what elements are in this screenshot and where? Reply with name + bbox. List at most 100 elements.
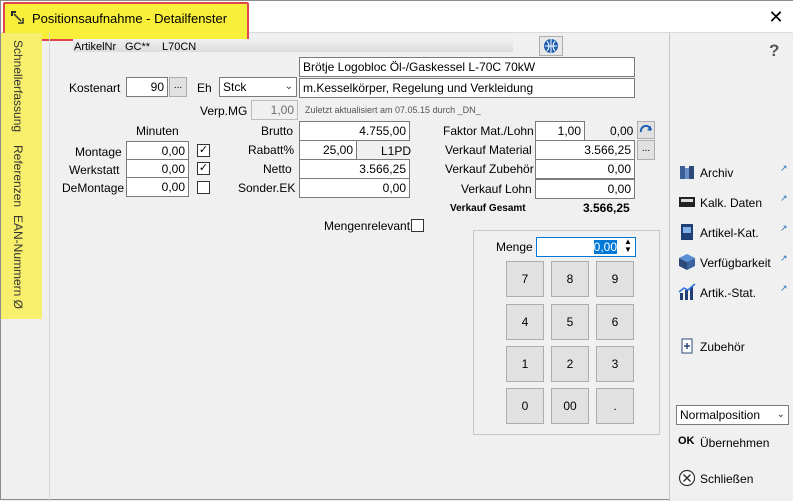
sonder-ek-label: Sonder.EK <box>238 181 296 195</box>
faktor-result: 0,00 <box>610 124 634 138</box>
archiv-button[interactable]: Archiv ↗ <box>678 163 790 185</box>
position-type-select[interactable]: Normalposition ⌄ <box>676 405 789 425</box>
artikelnr-prefix: GC** <box>125 41 151 53</box>
werkstatt-minutes-input[interactable]: 0,00 <box>126 159 189 179</box>
montage-label: Montage <box>75 145 122 159</box>
netto-input[interactable]: 3.566,25 <box>299 159 410 179</box>
verkauf-lohn-input[interactable]: 0,00 <box>535 179 635 199</box>
artikelnr-label: ArtikelNr <box>74 41 117 53</box>
kalk-daten-label: Kalk. Daten <box>700 196 763 210</box>
verkauf-material-label: Verkauf Material <box>445 143 532 157</box>
web-lookup-button[interactable] <box>539 36 563 56</box>
external-arrow-icon: ↗ <box>780 193 788 203</box>
menge-input-value: 0,00 <box>593 240 617 254</box>
rabatt-label: Rabatt% <box>248 143 295 157</box>
verkauf-gesamt-label: Verkauf Gesamt <box>450 203 526 214</box>
archive-icon <box>680 166 694 179</box>
description-line-1[interactable]: Brötje Logobloc Öl-/Gaskessel L-70C 70kW <box>299 57 635 77</box>
verkauf-material-input[interactable]: 3.566,25 <box>535 140 635 160</box>
rabatt-input[interactable]: 25,00 <box>299 140 357 160</box>
external-arrow-icon: ↗ <box>780 163 788 173</box>
schliessen-label: Schließen <box>700 472 754 486</box>
position-type-value: Normalposition <box>680 408 761 422</box>
kostenart-input[interactable]: 90 <box>126 77 168 97</box>
verkauf-zubehoer-input[interactable]: 0,00 <box>535 159 635 179</box>
demontage-label: DeMontage <box>62 181 125 195</box>
numpad-panel: Menge 0,00 ▲ ▼ 7 8 9 4 5 6 1 2 3 0 00 . <box>473 230 660 435</box>
eh-select-value: Stck <box>223 80 247 94</box>
calc-data-icon <box>679 197 695 207</box>
uebernehmen-label: Übernehmen <box>700 436 770 450</box>
numpad-key-3[interactable]: 3 <box>596 346 634 382</box>
ok-icon: OK <box>678 435 695 447</box>
globe-icon <box>544 39 558 53</box>
tab-schnellerfassung[interactable]: Schnellerfassung <box>11 40 25 132</box>
eh-label: Eh <box>197 81 212 95</box>
menge-label: Menge <box>496 240 533 254</box>
app-icon <box>10 10 24 24</box>
sidebar-divider <box>49 33 50 501</box>
mengenrelevant-checkbox[interactable] <box>411 219 424 232</box>
werkstatt-checkbox[interactable]: ✓ <box>197 162 210 175</box>
accessory-icon <box>681 338 693 354</box>
numpad-key-5[interactable]: 5 <box>551 304 589 340</box>
chevron-down-icon: ⌄ <box>776 409 785 420</box>
chevron-down-icon: ⌄ <box>284 81 293 92</box>
artik-stat-button[interactable]: Artik.-Stat. ↗ <box>678 283 790 305</box>
archiv-label: Archiv <box>700 166 734 180</box>
faktor-label: Faktor Mat./Lohn <box>443 124 534 138</box>
numpad-key-7[interactable]: 7 <box>506 261 544 297</box>
tab-referenzen[interactable]: Referenzen <box>11 145 25 207</box>
close-window-button[interactable]: ✕ <box>761 5 791 29</box>
numpad-key-9[interactable]: 9 <box>596 261 634 297</box>
tab-ean-nummern[interactable]: EAN-Nummern Ø <box>11 215 25 309</box>
rabatt-code: L1PD <box>381 144 412 158</box>
numpad-key-00[interactable]: 00 <box>551 388 589 424</box>
stats-chart-icon <box>678 283 696 300</box>
zubehoer-button[interactable]: Zubehör <box>678 337 758 359</box>
faktor-input[interactable]: 1,00 <box>535 121 585 141</box>
external-arrow-icon: ↗ <box>780 223 788 233</box>
numpad-key-2[interactable]: 2 <box>551 346 589 382</box>
netto-label: Netto <box>263 162 292 176</box>
verpmg-input: 1,00 <box>251 100 298 120</box>
numpad-key-0[interactable]: 0 <box>506 388 544 424</box>
artikelnr-value: L70CN <box>162 41 197 53</box>
verkauf-gesamt-value: 3.566,25 <box>583 201 630 215</box>
demontage-checkbox[interactable] <box>197 181 210 194</box>
numpad-key-8[interactable]: 8 <box>551 261 589 297</box>
montage-checkbox[interactable]: ✓ <box>197 144 210 157</box>
availability-icon <box>679 254 695 270</box>
detail-window: Positionsaufnahme - Detailfenster ✕ Schn… <box>0 0 793 501</box>
artikel-kat-label: Artikel-Kat. <box>700 226 759 240</box>
minuten-header: Minuten <box>136 124 179 138</box>
verfuegbarkeit-button[interactable]: Verfügbarkeit ↗ <box>678 253 790 275</box>
brutto-input[interactable]: 4.755,00 <box>299 121 410 141</box>
numpad-key-4[interactable]: 4 <box>506 304 544 340</box>
artikel-kat-button[interactable]: Artikel-Kat. ↗ <box>678 223 790 245</box>
close-circle-icon <box>678 469 696 487</box>
kostenart-lookup-button[interactable]: ... <box>169 77 187 97</box>
help-icon[interactable]: ? <box>769 41 779 61</box>
schliessen-button[interactable]: Schließen <box>678 469 778 491</box>
sonder-ek-input[interactable]: 0,00 <box>299 178 410 198</box>
montage-minutes-input[interactable]: 0,00 <box>126 141 189 161</box>
numpad-key-6[interactable]: 6 <box>596 304 634 340</box>
title-bar: Positionsaufnahme - Detailfenster ✕ <box>1 1 793 41</box>
menge-spinner[interactable]: ▲ ▼ <box>621 238 635 256</box>
external-arrow-icon: ↗ <box>780 283 788 293</box>
werkstatt-label: Werkstatt <box>69 163 120 177</box>
verkauf-lohn-label: Verkauf Lohn <box>461 182 532 196</box>
kostenart-label: Kostenart <box>69 81 121 95</box>
description-line-2[interactable]: m.Kesselkörper, Regelung und Verkleidung <box>299 78 635 98</box>
numpad-key-decimal[interactable]: . <box>596 388 634 424</box>
faktor-refresh-button[interactable] <box>637 121 655 139</box>
kalk-daten-button[interactable]: Kalk. Daten ↗ <box>678 193 790 215</box>
verkauf-material-lookup-button[interactable]: ... <box>637 140 655 160</box>
right-action-panel: ? Archiv ↗ Kalk. Daten ↗ Artikel-Kat. ↗ … <box>669 33 793 501</box>
eh-select[interactable]: Stck ⌄ <box>219 77 297 97</box>
uebernehmen-button[interactable]: OK Übernehmen <box>678 433 778 455</box>
numpad-key-1[interactable]: 1 <box>506 346 544 382</box>
demontage-minutes-input[interactable]: 0,00 <box>126 177 189 197</box>
external-arrow-icon: ↗ <box>780 253 788 263</box>
